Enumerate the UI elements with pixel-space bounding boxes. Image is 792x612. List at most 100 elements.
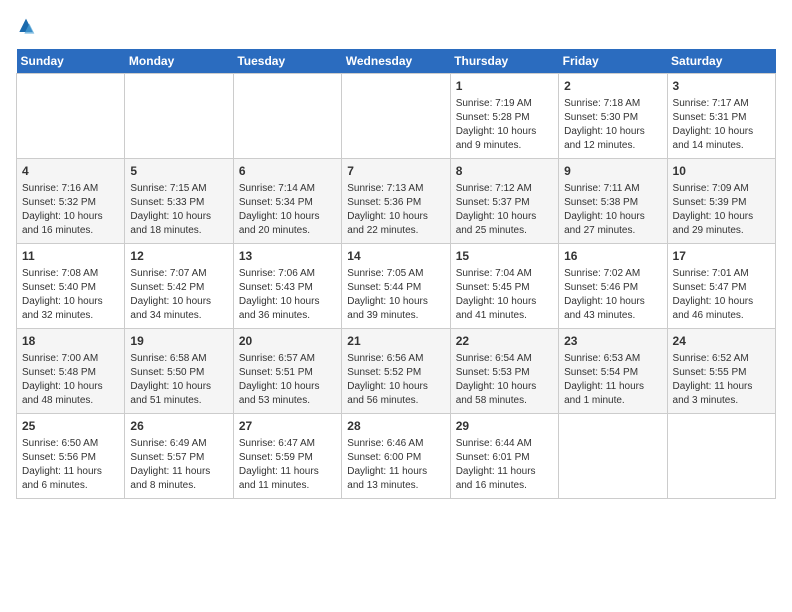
cell-content: Sunset: 6:01 PM	[456, 451, 553, 465]
cell-content: Daylight: 10 hours	[130, 210, 227, 224]
cell-content: Daylight: 10 hours	[456, 210, 553, 224]
cell-content: Sunrise: 7:18 AM	[564, 97, 661, 111]
cell-content: Daylight: 10 hours	[347, 295, 444, 309]
calendar-cell: 19Sunrise: 6:58 AMSunset: 5:50 PMDayligh…	[125, 329, 233, 414]
date-number: 11	[22, 248, 119, 265]
date-number: 8	[456, 163, 553, 180]
cell-content: Sunset: 5:36 PM	[347, 196, 444, 210]
calendar-cell: 28Sunrise: 6:46 AMSunset: 6:00 PMDayligh…	[342, 414, 450, 499]
cell-content: Daylight: 11 hours	[239, 465, 336, 479]
cell-content: Daylight: 10 hours	[673, 210, 770, 224]
day-header-wednesday: Wednesday	[342, 49, 450, 74]
calendar-cell	[667, 414, 775, 499]
cell-content: Daylight: 10 hours	[564, 210, 661, 224]
calendar-cell: 18Sunrise: 7:00 AMSunset: 5:48 PMDayligh…	[17, 329, 125, 414]
cell-content: Sunrise: 7:08 AM	[22, 267, 119, 281]
calendar-cell: 5Sunrise: 7:15 AMSunset: 5:33 PMDaylight…	[125, 159, 233, 244]
cell-content: Sunset: 5:34 PM	[239, 196, 336, 210]
cell-content: Sunset: 5:39 PM	[673, 196, 770, 210]
cell-content: Sunrise: 6:44 AM	[456, 437, 553, 451]
cell-content: Daylight: 10 hours	[130, 295, 227, 309]
calendar-cell	[125, 74, 233, 159]
calendar-cell: 15Sunrise: 7:04 AMSunset: 5:45 PMDayligh…	[450, 244, 558, 329]
cell-content: and 16 minutes.	[456, 479, 553, 493]
cell-content: and 3 minutes.	[673, 394, 770, 408]
date-number: 21	[347, 333, 444, 350]
date-number: 12	[130, 248, 227, 265]
calendar-cell: 7Sunrise: 7:13 AMSunset: 5:36 PMDaylight…	[342, 159, 450, 244]
day-header-thursday: Thursday	[450, 49, 558, 74]
cell-content: Sunrise: 6:49 AM	[130, 437, 227, 451]
day-header-saturday: Saturday	[667, 49, 775, 74]
date-number: 23	[564, 333, 661, 350]
cell-content: Sunrise: 7:09 AM	[673, 182, 770, 196]
cell-content: and 56 minutes.	[347, 394, 444, 408]
calendar-cell	[559, 414, 667, 499]
cell-content: and 43 minutes.	[564, 309, 661, 323]
cell-content: Sunrise: 6:52 AM	[673, 352, 770, 366]
cell-content: Sunrise: 6:50 AM	[22, 437, 119, 451]
cell-content: and 53 minutes.	[239, 394, 336, 408]
cell-content: Sunset: 5:40 PM	[22, 281, 119, 295]
week-row-3: 11Sunrise: 7:08 AMSunset: 5:40 PMDayligh…	[17, 244, 776, 329]
cell-content: and 58 minutes.	[456, 394, 553, 408]
date-number: 14	[347, 248, 444, 265]
cell-content: Daylight: 10 hours	[22, 295, 119, 309]
cell-content: and 25 minutes.	[456, 224, 553, 238]
cell-content: and 34 minutes.	[130, 309, 227, 323]
calendar-cell: 17Sunrise: 7:01 AMSunset: 5:47 PMDayligh…	[667, 244, 775, 329]
cell-content: and 22 minutes.	[347, 224, 444, 238]
date-number: 19	[130, 333, 227, 350]
date-number: 28	[347, 418, 444, 435]
date-number: 1	[456, 78, 553, 95]
cell-content: and 8 minutes.	[130, 479, 227, 493]
cell-content: Daylight: 10 hours	[564, 295, 661, 309]
cell-content: Daylight: 10 hours	[347, 380, 444, 394]
calendar-table: SundayMondayTuesdayWednesdayThursdayFrid…	[16, 49, 776, 499]
cell-content: Sunrise: 6:47 AM	[239, 437, 336, 451]
cell-content: Sunset: 5:50 PM	[130, 366, 227, 380]
cell-content: Sunrise: 7:06 AM	[239, 267, 336, 281]
calendar-cell: 22Sunrise: 6:54 AMSunset: 5:53 PMDayligh…	[450, 329, 558, 414]
calendar-cell: 11 Sunrise: 7:08 AMSunset: 5:40 PMDayligh…	[17, 244, 125, 329]
calendar-cell: 21Sunrise: 6:56 AMSunset: 5:52 PMDayligh…	[342, 329, 450, 414]
date-number: 15	[456, 248, 553, 265]
date-number: 16	[564, 248, 661, 265]
cell-content: and 39 minutes.	[347, 309, 444, 323]
cell-content: Daylight: 10 hours	[239, 210, 336, 224]
calendar-cell: 24Sunrise: 6:52 AMSunset: 5:55 PMDayligh…	[667, 329, 775, 414]
cell-content: Sunset: 5:37 PM	[456, 196, 553, 210]
date-number: 5	[130, 163, 227, 180]
cell-content: Sunrise: 7:13 AM	[347, 182, 444, 196]
cell-content: Sunrise: 6:54 AM	[456, 352, 553, 366]
cell-content: Daylight: 11 hours	[673, 380, 770, 394]
calendar-cell: 6Sunrise: 7:14 AMSunset: 5:34 PMDaylight…	[233, 159, 341, 244]
calendar-cell: 20Sunrise: 6:57 AMSunset: 5:51 PMDayligh…	[233, 329, 341, 414]
cell-content: and 20 minutes.	[239, 224, 336, 238]
calendar-cell: 8Sunrise: 7:12 AMSunset: 5:37 PMDaylight…	[450, 159, 558, 244]
cell-content: and 41 minutes.	[456, 309, 553, 323]
day-header-friday: Friday	[559, 49, 667, 74]
cell-content: Daylight: 10 hours	[347, 210, 444, 224]
cell-content: Sunrise: 7:04 AM	[456, 267, 553, 281]
cell-content: Sunset: 5:52 PM	[347, 366, 444, 380]
cell-content: Sunset: 5:55 PM	[673, 366, 770, 380]
calendar-cell: 9Sunrise: 7:11 AMSunset: 5:38 PMDaylight…	[559, 159, 667, 244]
cell-content: Daylight: 10 hours	[673, 295, 770, 309]
cell-content: Daylight: 11 hours	[22, 465, 119, 479]
cell-content: Sunrise: 6:46 AM	[347, 437, 444, 451]
day-header-sunday: Sunday	[17, 49, 125, 74]
calendar-cell: 26Sunrise: 6:49 AMSunset: 5:57 PMDayligh…	[125, 414, 233, 499]
cell-content: Sunset: 5:47 PM	[673, 281, 770, 295]
week-row-1: 1Sunrise: 7:19 AMSunset: 5:28 PMDaylight…	[17, 74, 776, 159]
cell-content: Daylight: 10 hours	[456, 380, 553, 394]
cell-content: Sunrise: 7:07 AM	[130, 267, 227, 281]
cell-content: Daylight: 10 hours	[239, 295, 336, 309]
cell-content: Sunset: 5:33 PM	[130, 196, 227, 210]
cell-content: and 11 minutes.	[239, 479, 336, 493]
cell-content: Daylight: 10 hours	[564, 125, 661, 139]
cell-content: Daylight: 10 hours	[239, 380, 336, 394]
cell-content: and 9 minutes.	[456, 139, 553, 153]
cell-content: Daylight: 11 hours	[347, 465, 444, 479]
week-row-4: 18Sunrise: 7:00 AMSunset: 5:48 PMDayligh…	[17, 329, 776, 414]
